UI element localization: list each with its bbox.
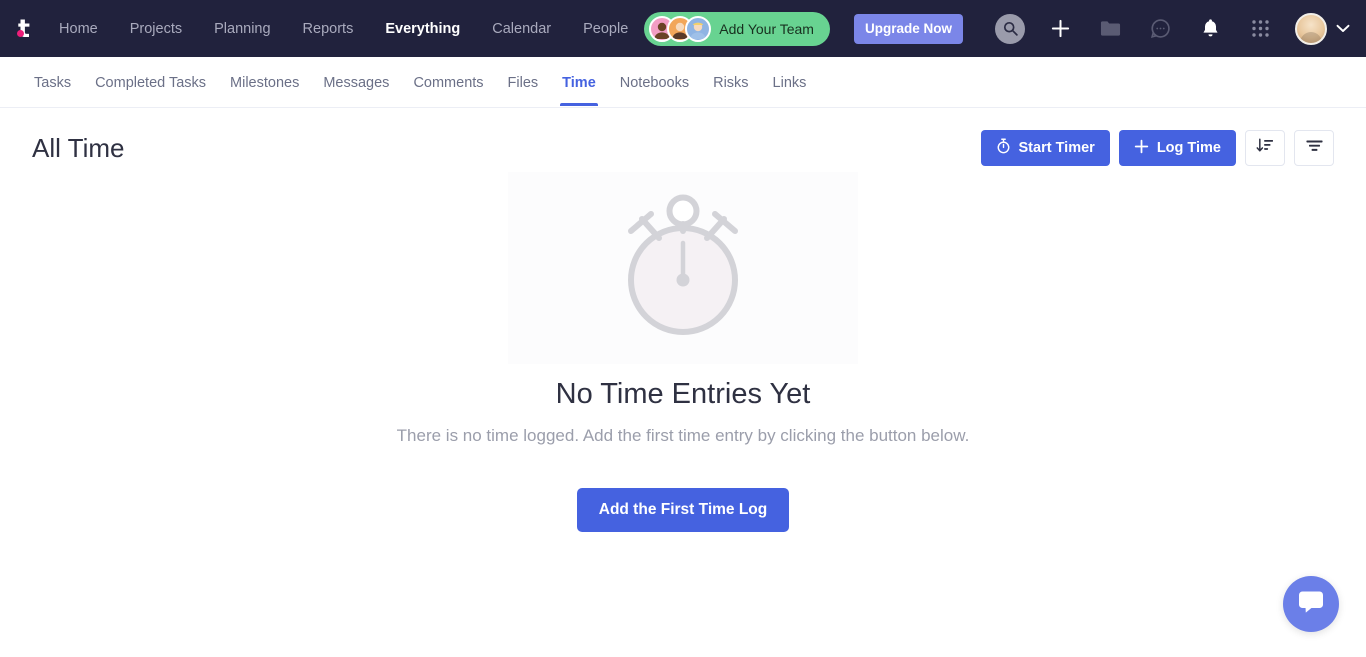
nav-item-projects[interactable]: Projects bbox=[114, 15, 198, 43]
secondary-navigation: Tasks Completed Tasks Milestones Message… bbox=[0, 57, 1366, 108]
sort-button[interactable] bbox=[1245, 130, 1285, 166]
top-header: t Home Projects Planning Reports Everyth… bbox=[0, 0, 1366, 57]
chat-bubble-icon bbox=[1298, 590, 1324, 619]
nav-item-reports[interactable]: Reports bbox=[287, 15, 370, 43]
apps-grid-icon bbox=[1251, 19, 1270, 38]
tab-milestones[interactable]: Milestones bbox=[218, 59, 311, 106]
chevron-down-icon bbox=[1336, 20, 1350, 38]
tab-completed-tasks[interactable]: Completed Tasks bbox=[83, 59, 218, 106]
stopwatch-small-icon bbox=[996, 138, 1011, 158]
search-button[interactable] bbox=[993, 12, 1027, 46]
nav-item-home[interactable]: Home bbox=[43, 15, 114, 43]
empty-state-title: No Time Entries Yet bbox=[555, 378, 811, 410]
notifications-button[interactable] bbox=[1193, 12, 1227, 46]
messages-button[interactable] bbox=[1143, 12, 1177, 46]
header-right-actions: Add Your Team Upgrade Now bbox=[644, 11, 1352, 46]
tab-comments[interactable]: Comments bbox=[401, 59, 495, 106]
start-timer-label: Start Timer bbox=[1018, 140, 1095, 156]
chat-support-button[interactable] bbox=[1283, 576, 1339, 632]
user-menu[interactable] bbox=[1295, 12, 1352, 45]
log-time-label: Log Time bbox=[1156, 140, 1221, 156]
team-avatar-3 bbox=[685, 15, 712, 42]
chat-icon bbox=[1150, 18, 1171, 39]
search-icon bbox=[995, 13, 1025, 44]
nav-item-everything[interactable]: Everything bbox=[369, 15, 476, 43]
nav-item-planning[interactable]: Planning bbox=[198, 15, 286, 43]
upgrade-now-button[interactable]: Upgrade Now bbox=[853, 13, 963, 44]
empty-state-description: There is no time logged. Add the first t… bbox=[396, 426, 970, 445]
filter-icon bbox=[1305, 139, 1324, 158]
log-time-button[interactable]: Log Time bbox=[1118, 130, 1236, 166]
add-first-time-log-button[interactable]: Add the First Time Log bbox=[576, 488, 790, 532]
logo-dot-icon bbox=[17, 29, 25, 37]
add-button[interactable] bbox=[1043, 12, 1077, 46]
add-your-team-button[interactable]: Add Your Team bbox=[644, 11, 830, 46]
tab-notebooks[interactable]: Notebooks bbox=[608, 59, 701, 106]
add-your-team-label: Add Your Team bbox=[719, 20, 814, 37]
apps-button[interactable] bbox=[1243, 12, 1277, 46]
teamwork-logo[interactable]: t bbox=[17, 12, 30, 46]
logo-letter: t bbox=[18, 14, 30, 43]
empty-state: No Time Entries Yet There is no time log… bbox=[0, 172, 1366, 532]
plus-icon bbox=[1050, 18, 1071, 39]
tab-tasks[interactable]: Tasks bbox=[22, 59, 83, 106]
filter-button[interactable] bbox=[1294, 130, 1334, 166]
team-avatar-group bbox=[649, 15, 712, 42]
tab-links[interactable]: Links bbox=[761, 59, 819, 106]
tab-risks[interactable]: Risks bbox=[701, 59, 760, 106]
tab-files[interactable]: Files bbox=[496, 59, 551, 106]
page-actions: Start Timer Log Time bbox=[980, 130, 1334, 166]
bell-icon bbox=[1201, 18, 1220, 39]
start-timer-button[interactable]: Start Timer bbox=[980, 130, 1110, 166]
nav-item-people[interactable]: People bbox=[567, 15, 644, 43]
nav-item-calendar[interactable]: Calendar bbox=[476, 15, 567, 43]
plus-icon bbox=[1134, 139, 1149, 158]
stopwatch-icon bbox=[609, 188, 757, 348]
main-navigation: Home Projects Planning Reports Everythin… bbox=[43, 15, 644, 43]
files-button[interactable] bbox=[1093, 12, 1127, 46]
folder-icon bbox=[1100, 19, 1121, 38]
tab-time[interactable]: Time bbox=[550, 59, 608, 106]
empty-state-illustration bbox=[508, 172, 858, 364]
page-header: All Time Start Timer Log Time bbox=[0, 108, 1366, 166]
tab-messages[interactable]: Messages bbox=[311, 59, 401, 106]
page-title: All Time bbox=[32, 132, 125, 163]
sort-descending-icon bbox=[1256, 137, 1274, 159]
avatar bbox=[1295, 12, 1327, 45]
